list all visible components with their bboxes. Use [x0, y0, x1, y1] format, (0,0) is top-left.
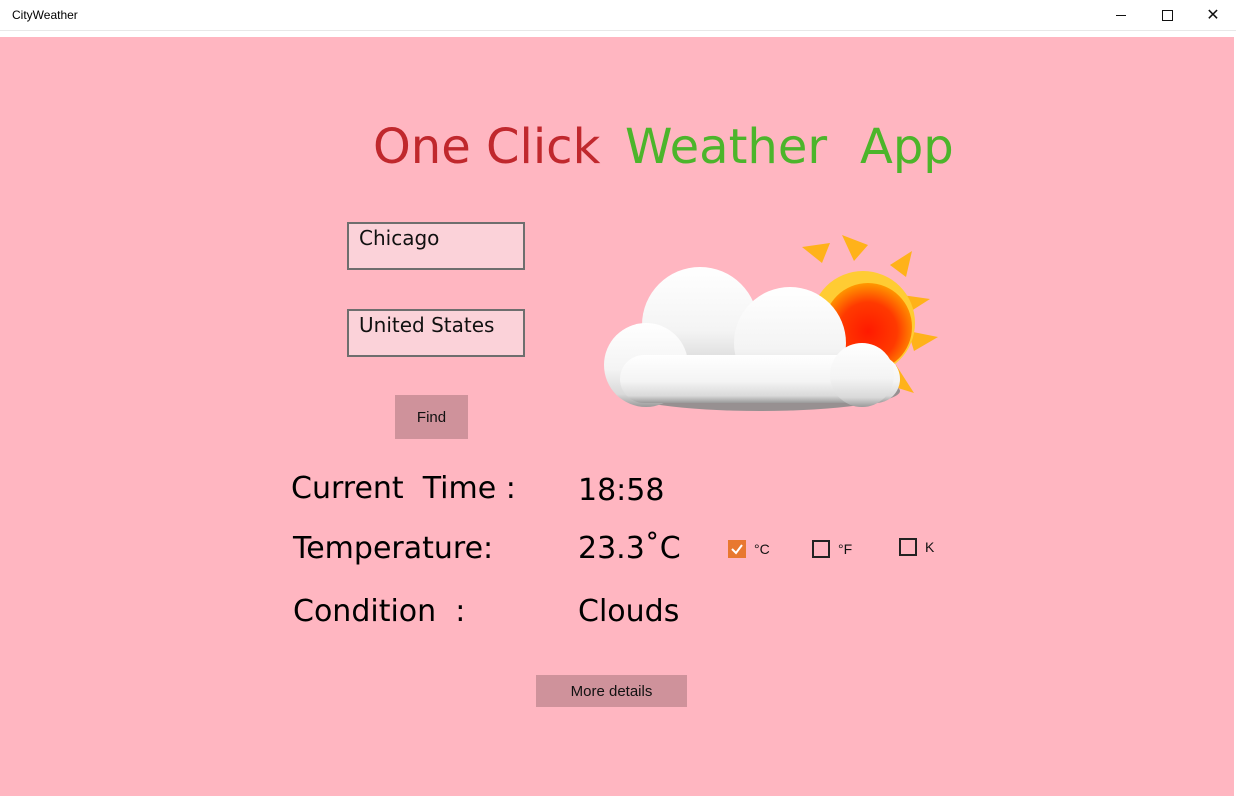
title-bar: CityWeather ✕ — [0, 0, 1236, 31]
country-input-value: United States — [359, 313, 495, 337]
maximize-icon — [1161, 9, 1173, 21]
celsius-checkbox[interactable]: °C — [728, 540, 770, 558]
find-button[interactable]: Find — [395, 395, 468, 439]
temperature-label: Temperature: — [293, 531, 494, 566]
app-content: One Click Weather App Chicago United Sta… — [0, 37, 1234, 796]
headline-app: App — [860, 119, 954, 175]
checkbox-unchecked-icon — [899, 538, 917, 556]
temperature-value: 23.3˚C — [578, 531, 681, 566]
condition-value: Clouds — [578, 594, 680, 629]
more-details-button[interactable]: More details — [536, 675, 687, 707]
fahrenheit-checkbox[interactable]: °F — [812, 540, 852, 558]
country-input[interactable]: United States — [347, 309, 525, 357]
celsius-label: °C — [754, 541, 770, 557]
minimize-button[interactable] — [1098, 0, 1144, 30]
city-input[interactable]: Chicago — [347, 222, 525, 270]
checkbox-unchecked-icon — [812, 540, 830, 558]
close-button[interactable]: ✕ — [1190, 0, 1236, 30]
minimize-icon — [1116, 14, 1126, 16]
condition-label: Condition : — [293, 594, 466, 629]
city-input-value: Chicago — [359, 226, 440, 250]
current-time-value: 18:58 — [578, 473, 665, 508]
window-title: CityWeather — [12, 8, 78, 22]
kelvin-label: K — [925, 539, 935, 555]
headline-one-click: One Click — [373, 119, 601, 175]
fahrenheit-label: °F — [838, 541, 853, 557]
headline-weather: Weather — [625, 119, 828, 175]
maximize-button[interactable] — [1144, 0, 1190, 30]
current-time-label: Current Time : — [291, 471, 516, 506]
kelvin-checkbox[interactable]: K — [899, 538, 934, 556]
close-icon: ✕ — [1206, 5, 1220, 24]
cloud-sun-icon — [604, 235, 938, 411]
checkbox-checked-icon — [728, 540, 746, 558]
